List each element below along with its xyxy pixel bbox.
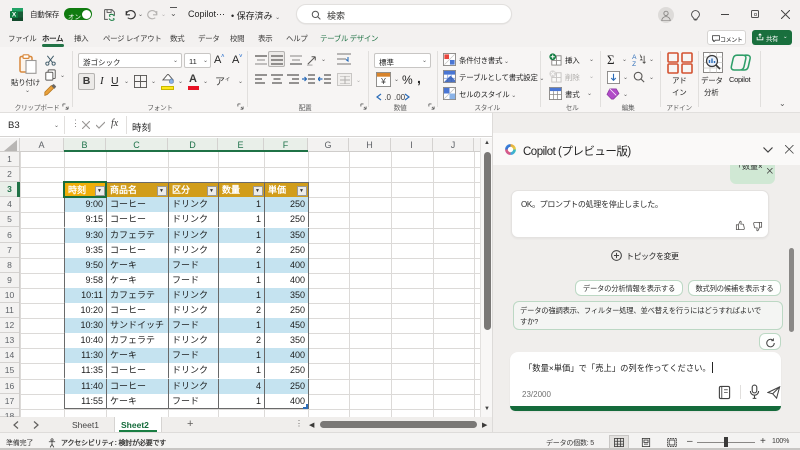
svg-text:¥: ¥ [380, 76, 386, 86]
svg-text:.0: .0 [384, 93, 391, 102]
svg-text:Z: Z [632, 61, 636, 66]
svg-text:.00: .00 [394, 93, 406, 102]
svg-text:X: X [12, 12, 17, 19]
svg-text:A: A [632, 54, 637, 61]
